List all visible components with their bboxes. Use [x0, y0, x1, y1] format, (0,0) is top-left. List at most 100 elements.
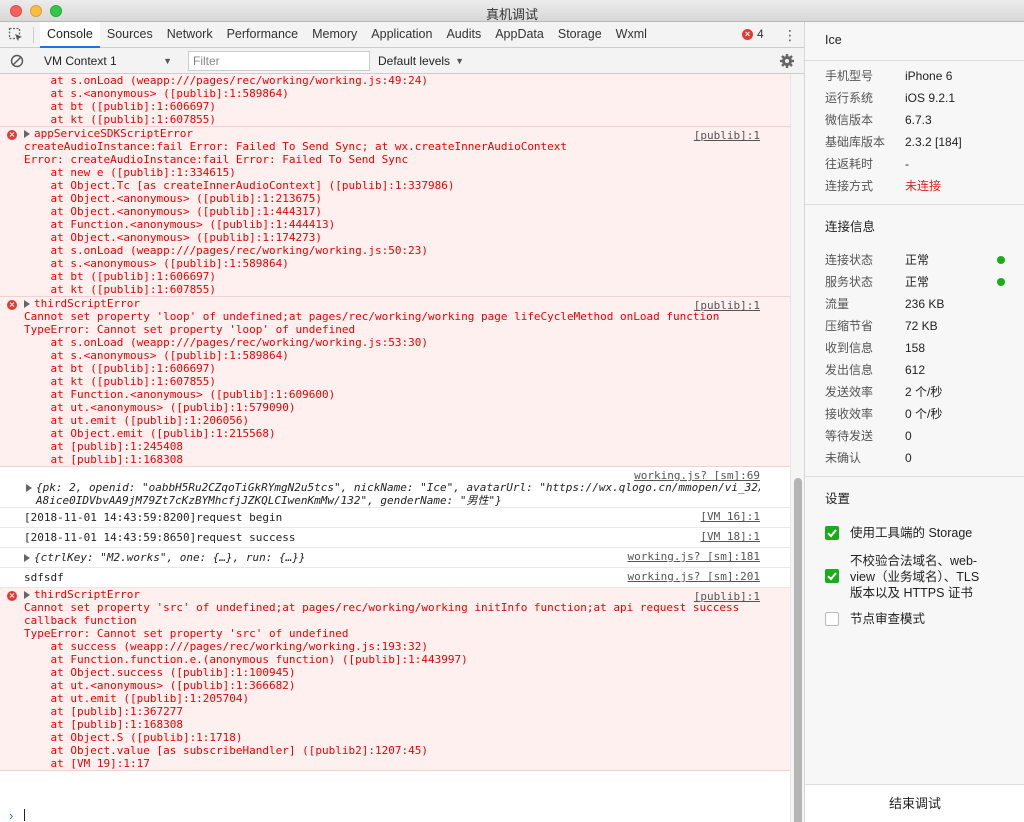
info-row: 往返耗时 - [825, 155, 1015, 173]
filter-input[interactable] [188, 51, 370, 71]
log-levels-select[interactable]: Default levels ▼ [378, 52, 478, 70]
clear-console-icon[interactable] [10, 54, 24, 68]
source-link[interactable]: working.js? [sm]:181 [628, 550, 760, 563]
stack-line: at s.onLoad (weapp:///pages/rec/working/… [24, 244, 428, 257]
info-row: 连接状态 正常 [825, 251, 1015, 269]
vertical-scroll-thumb[interactable] [794, 478, 802, 822]
object-preview: {pk: 2, openid: "oabbH5Ru2CZqoTiGkRYmgN2… [0, 481, 760, 494]
expand-triangle-icon[interactable] [24, 554, 30, 562]
console-log-row[interactable]: working.js? [sm]:201 sdfsdf [0, 568, 790, 588]
info-value: 0 个/秒 [905, 407, 943, 421]
stack-line: at s.<anonymous> ([publib]:1:589864) [24, 349, 289, 362]
stack-line: at Object.Tc [as createInnerAudioContext… [24, 179, 455, 192]
tab-storage[interactable]: Storage [551, 22, 609, 48]
error-icon: × [7, 591, 17, 601]
expand-triangle-icon[interactable] [24, 300, 30, 308]
more-options-icon[interactable]: ⋮ [783, 26, 797, 44]
status-dot-icon [997, 278, 1005, 286]
context-select[interactable]: VM Context 1 ▼ [38, 52, 176, 70]
tab-application[interactable]: Application [364, 22, 439, 48]
gear-icon[interactable] [779, 53, 795, 69]
console-error-message[interactable]: × thirdScriptError [publib]:1 Cannot set pr… [0, 297, 790, 467]
stack-line: at ut.<anonymous> ([publib]:1:366682) [24, 679, 296, 692]
stack-line: at Object.<anonymous> ([publib]:1:174273… [24, 231, 323, 244]
setting-label-line: 不校验合法域名、web- [850, 554, 978, 568]
expand-triangle-icon[interactable] [24, 130, 30, 138]
info-value: 0 [905, 451, 912, 465]
stack-line: Cannot set property 'src' of undefined;a… [24, 601, 740, 614]
checkbox[interactable] [825, 612, 839, 626]
tab-audits[interactable]: Audits [439, 22, 488, 48]
stack-line: at s.<anonymous> ([publib]:1:589864) [24, 87, 289, 100]
info-value: 正常 [905, 275, 930, 289]
end-debug-button[interactable]: 结束调试 [805, 784, 1024, 822]
info-row: 服务状态 正常 [825, 273, 1015, 291]
info-label: 压缩节省 [825, 319, 874, 333]
console-error-message[interactable]: × appServiceSDKScriptError [publib]:1 creat… [0, 127, 790, 297]
console-error-tail[interactable]: at s.onLoad (weapp:///pages/rec/working/… [0, 74, 790, 127]
stack-line: at kt ([publib]:1:607855) [24, 375, 217, 388]
tab-memory[interactable]: Memory [305, 22, 364, 48]
tab-console[interactable]: Console [40, 22, 100, 48]
info-row: 发送效率 2 个/秒 [825, 383, 1015, 401]
setting-label-line: 版本以及 HTTPS 证书 [850, 586, 973, 600]
info-label: 接收效率 [825, 407, 874, 421]
prompt-chevron-icon: › [9, 808, 14, 822]
info-value: 612 [905, 363, 926, 377]
stack-line: at s.<anonymous> ([publib]:1:589864) [24, 257, 289, 270]
stack-line: at Object.value [as subscribeHandler] ([… [24, 744, 428, 757]
tab-wxml[interactable]: Wxml [609, 22, 654, 48]
dropdown-arrow-icon: ▼ [455, 56, 464, 66]
info-label: 发送效率 [825, 385, 874, 399]
info-row: 基础库版本 2.3.2 [184] [825, 133, 1015, 151]
stack-line: at Function.function.e.(anonymous functi… [24, 653, 468, 666]
console-log-row[interactable]: working.js? [sm]:181 {ctrlKey: "M2.works"… [0, 548, 790, 568]
checkbox[interactable] [825, 526, 839, 540]
source-link[interactable]: [VM 16]:1 [700, 510, 760, 523]
info-value: iPhone 6 [905, 69, 953, 83]
console-error-message[interactable]: × thirdScriptError [publib]:1 Cannot set pr… [0, 588, 790, 771]
checkbox[interactable] [825, 569, 839, 583]
console-log-row[interactable]: [VM 16]:1 [2018-11-01 14:43:59:8200]reque… [0, 508, 790, 528]
source-link[interactable]: [publib]:1 [694, 590, 760, 603]
info-row: 流量 236 KB [825, 295, 1015, 313]
log-text: [2018-11-01 14:43:59:8200]request begin [24, 511, 283, 524]
stack-line: at kt ([publib]:1:607855) [24, 113, 217, 126]
stack-line: at s.onLoad (weapp:///pages/rec/working/… [24, 336, 428, 349]
source-link[interactable]: working.js? [sm]:201 [628, 570, 760, 583]
console-log-row[interactable]: [VM 18]:1 [2018-11-01 14:43:59:8650]reque… [0, 528, 790, 548]
stack-line: at bt ([publib]:1:606697) [24, 362, 217, 375]
vertical-scrollbar[interactable] [790, 74, 804, 822]
stack-line: at Object.emit ([publib]:1:215568) [24, 427, 276, 440]
stack-line: at bt ([publib]:1:606697) [24, 100, 217, 113]
stack-line: at Object.S ([publib]:1:1718) [24, 731, 243, 744]
console-output[interactable]: at s.onLoad (weapp:///pages/rec/working/… [0, 74, 790, 809]
info-label: 流量 [825, 297, 850, 311]
tab-appdata[interactable]: AppData [488, 22, 551, 48]
tab-network[interactable]: Network [160, 22, 220, 48]
info-label: 往返耗时 [825, 157, 874, 171]
stack-line: at Object.<anonymous> ([publib]:1:213675… [24, 192, 323, 205]
source-link[interactable]: [publib]:1 [694, 299, 760, 312]
context-select-value: VM Context 1 [44, 54, 117, 68]
inspect-element-icon[interactable] [8, 27, 24, 43]
log-text-value: {ctrlKey: "M2.works", one: {…}, run: {…}… [34, 551, 306, 564]
console-prompt[interactable]: › [0, 808, 790, 822]
source-link[interactable]: [publib]:1 [694, 129, 760, 142]
error-name: thirdScriptError [34, 297, 140, 310]
devtools-pane: Console Sources Network Performance Memory Ap… [0, 22, 804, 822]
divider [805, 60, 1024, 61]
expand-triangle-icon[interactable] [26, 484, 32, 492]
tab-sources[interactable]: Sources [100, 22, 160, 48]
info-row: 微信版本 6.7.3 [825, 111, 1015, 129]
console-object-log[interactable]: working.js? [sm]:69 {pk: 2, openid: "oabb… [0, 467, 790, 508]
tab-performance[interactable]: Performance [220, 22, 306, 48]
window-title: 真机调试 [485, 7, 538, 22]
source-link[interactable]: [VM 18]:1 [700, 530, 760, 543]
expand-triangle-icon[interactable] [24, 591, 30, 599]
info-value: 未连接 [905, 179, 942, 193]
stack-line: at ut.emit ([publib]:1:206056) [24, 414, 250, 427]
info-label: 运行系统 [825, 91, 874, 105]
error-counter[interactable]: × 4 [742, 27, 764, 41]
info-value: 158 [905, 341, 926, 355]
